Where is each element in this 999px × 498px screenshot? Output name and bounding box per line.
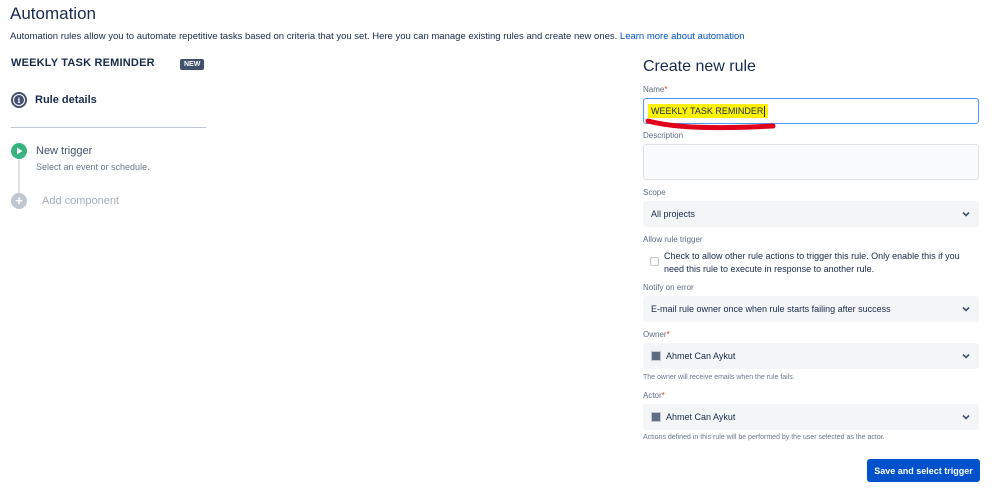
step-new-trigger[interactable]: New trigger — [36, 145, 92, 157]
rule-name-heading: WEEKLY TASK REMINDER — [11, 57, 155, 69]
avatar — [651, 412, 661, 422]
actor-value: Ahmet Can Aykut — [666, 412, 736, 422]
red-underline-annotation — [645, 118, 776, 131]
page-title: Automation — [10, 4, 96, 23]
scope-label: Scope — [643, 188, 666, 197]
scope-select[interactable]: All projects — [643, 201, 979, 227]
divider — [11, 127, 206, 128]
step-new-trigger-subtitle: Select an event or schedule. — [36, 162, 150, 172]
owner-label: Owner* — [643, 330, 670, 339]
name-label: Name* — [643, 85, 668, 94]
owner-select[interactable]: Ahmet Can Aykut — [643, 343, 979, 369]
save-and-select-trigger-button[interactable]: Save and select trigger — [867, 459, 980, 482]
new-badge: NEW — [180, 59, 205, 70]
owner-help-text: The owner will receive emails when the r… — [643, 374, 795, 381]
avatar — [651, 351, 661, 361]
actor-select[interactable]: Ahmet Can Aykut — [643, 404, 979, 430]
name-value: WEEKLY TASK REMINDER — [648, 104, 769, 118]
chevron-down-icon — [961, 351, 971, 361]
add-component-button[interactable]: Add component — [42, 195, 119, 207]
plus-icon[interactable]: + — [11, 193, 27, 209]
notify-label: Notify on error — [643, 283, 694, 292]
allow-trigger-label: Allow rule trigger — [643, 235, 703, 244]
step-connector — [18, 160, 20, 194]
scope-value: All projects — [651, 209, 696, 219]
info-icon: i — [11, 92, 27, 108]
form-title: Create new rule — [643, 58, 756, 75]
notify-value: E-mail rule owner once when rule starts … — [651, 304, 891, 314]
chevron-down-icon — [961, 304, 971, 314]
description-label: Description — [643, 131, 684, 140]
actor-help-text: Actions defined in this rule will be per… — [643, 434, 885, 441]
description-field[interactable] — [643, 144, 979, 180]
step-rule-details[interactable]: Rule details — [35, 94, 97, 106]
allow-trigger-checkbox[interactable] — [650, 257, 659, 266]
learn-more-link[interactable]: Learn more about automation — [620, 31, 745, 42]
page-intro: Automation rules allow you to automate r… — [10, 31, 745, 42]
chevron-down-icon — [961, 412, 971, 422]
owner-value: Ahmet Can Aykut — [666, 351, 736, 361]
intro-text: Automation rules allow you to automate r… — [10, 31, 618, 42]
play-icon — [11, 143, 27, 159]
actor-label: Actor* — [643, 391, 665, 400]
allow-trigger-text: Check to allow other rule actions to tri… — [664, 251, 960, 274]
chevron-down-icon — [961, 209, 971, 219]
notify-select[interactable]: E-mail rule owner once when rule starts … — [643, 296, 979, 322]
